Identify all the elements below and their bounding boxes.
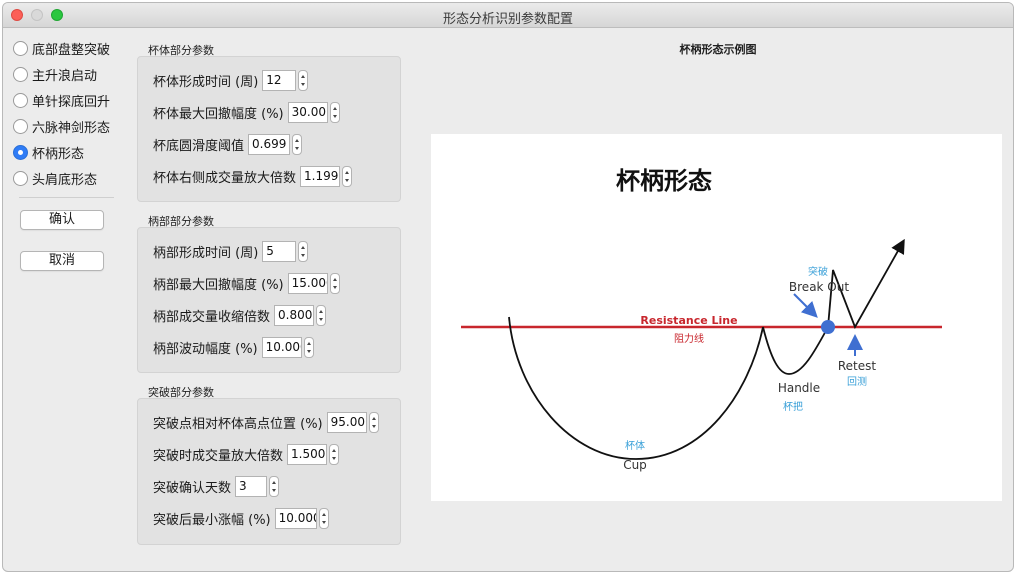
cup-smoothness-input[interactable]: 0.699 (248, 133, 291, 155)
diagram-heading: 杯柄形态 (616, 167, 712, 195)
handle-cn-label: 杯把 (783, 400, 803, 413)
cup-handle-diagram-svg: 杯柄形态 Resistance Line 阻力线 突破 Break Out Ha… (461, 167, 942, 472)
cup-right-volume-input[interactable]: 1.1999 (300, 165, 341, 187)
handle-max-drawdown-row: 柄部最大回撤幅度 (%) 15.000 (153, 272, 340, 294)
cup-right-volume-row: 杯体右侧成交量放大倍数 1.1999 (153, 165, 353, 187)
pattern-radio-main-wave-start[interactable]: 主升浪启动 (13, 61, 128, 87)
config-window: 形态分析识别参数配置 底部盘整突破 主升浪启动 单针探底回升 六脉神剑形态 杯柄… (2, 2, 1014, 572)
breakout-en-label: Break Out (789, 280, 849, 294)
breakout-volume-row: 突破时成交量放大倍数 1.5000 (153, 443, 340, 465)
radio-label: 六脉神剑形态 (32, 120, 111, 136)
retest-en-label: Retest (838, 359, 877, 373)
retest-cn-label: 回测 (847, 375, 867, 388)
cup-max-drawdown-input[interactable]: 30.00 (287, 101, 328, 123)
cup-cn-label: 杯体 (625, 439, 645, 452)
radio-label: 单针探底回升 (32, 94, 111, 110)
breakout-confirm-days-row: 突破确认天数 3 (153, 475, 280, 497)
confirm-button[interactable]: 确认 (20, 210, 104, 230)
handle-volume-shrink-input[interactable]: 0.800 (274, 304, 315, 326)
handle-volume-shrink-row: 柄部成交量收缩倍数 0.800 (153, 304, 327, 326)
radio-button-icon[interactable] (13, 170, 28, 186)
field-label: 柄部成交量收缩倍数 (153, 309, 271, 325)
breakout-point-marker (821, 320, 835, 334)
handle-volatility-row: 柄部波动幅度 (%) 10.000 (153, 336, 314, 358)
breakout-volume-input[interactable]: 1.5000 (287, 443, 328, 465)
field-label: 突破后最小涨幅 (%) (153, 512, 271, 528)
breakout-arrow-icon (793, 293, 818, 318)
stepper-arrows-icon[interactable] (368, 411, 379, 433)
stepper-arrows-icon[interactable] (298, 240, 309, 262)
cup-curve (508, 316, 764, 460)
field-label: 杯体最大回撤幅度 (%) (153, 106, 284, 122)
divider (19, 197, 114, 198)
stepper-arrows-icon[interactable] (329, 443, 340, 465)
handle-curve (762, 326, 829, 375)
field-label: 突破时成交量放大倍数 (153, 448, 284, 464)
stepper-arrows-icon[interactable] (292, 133, 303, 155)
stepper-arrows-icon[interactable] (298, 69, 309, 91)
radio-label: 主升浪启动 (32, 68, 98, 84)
handle-formation-weeks-input[interactable]: 5 (262, 240, 297, 262)
cancel-button[interactable]: 取消 (20, 251, 104, 271)
radio-label: 杯柄形态 (32, 146, 85, 162)
title-bar[interactable]: 形态分析识别参数配置 (3, 3, 1013, 28)
radio-button-icon[interactable] (13, 144, 28, 160)
stepper-arrows-icon[interactable] (329, 101, 340, 123)
field-label: 柄部最大回撤幅度 (%) (153, 277, 284, 293)
breakout-cn-label: 突破 (808, 265, 828, 278)
field-label: 杯底圆滑度阈值 (153, 138, 245, 154)
stepper-arrows-icon[interactable] (316, 304, 327, 326)
stepper-arrows-icon[interactable] (318, 507, 329, 529)
resistance-en-label: Resistance Line (640, 314, 737, 327)
pattern-radio-single-needle-rebound[interactable]: 单针探底回升 (13, 87, 128, 113)
radio-label: 头肩底形态 (32, 172, 98, 188)
pattern-radio-cup-handle[interactable]: 杯柄形态 (13, 139, 128, 165)
radio-label: 底部盘整突破 (32, 42, 111, 58)
pattern-radio-bottom-consolidation-breakout[interactable]: 底部盘整突破 (13, 35, 128, 61)
cup-smoothness-row: 杯底圆滑度阈值 0.699 (153, 133, 303, 155)
handle-max-drawdown-input[interactable]: 15.000 (287, 272, 328, 294)
field-label: 柄部形成时间 (周) (153, 245, 259, 261)
stepper-arrows-icon[interactable] (329, 272, 340, 294)
field-label: 柄部波动幅度 (%) (153, 341, 258, 357)
field-label: 杯体形成时间 (周) (153, 74, 259, 90)
stepper-arrows-icon[interactable] (303, 336, 314, 358)
field-label: 杯体右侧成交量放大倍数 (153, 170, 297, 186)
pattern-radio-list: 底部盘整突破 主升浪启动 单针探底回升 六脉神剑形态 杯柄形态 头肩底形态 (13, 35, 128, 191)
radio-button-icon[interactable] (13, 92, 28, 108)
handle-en-label: Handle (778, 381, 820, 395)
handle-formation-weeks-row: 柄部形成时间 (周) 5 (153, 240, 309, 262)
breakout-position-input[interactable]: 95.00 (326, 411, 367, 433)
radio-button-icon[interactable] (13, 40, 28, 56)
window-title: 形态分析识别参数配置 (442, 12, 573, 27)
field-label: 突破点相对杯体高点位置 (%) (153, 416, 323, 432)
stepper-arrows-icon[interactable] (342, 165, 353, 187)
field-label: 突破确认天数 (153, 480, 232, 496)
pattern-radio-head-shoulders-bottom[interactable]: 头肩底形态 (13, 165, 128, 191)
breakout-confirm-days-input[interactable]: 3 (235, 475, 268, 497)
radio-button-icon[interactable] (13, 118, 28, 134)
cup-formation-weeks-row: 杯体形成时间 (周) 12 (153, 69, 309, 91)
radio-button-icon[interactable] (13, 66, 28, 82)
breakout-min-gain-input[interactable]: 10.000 (274, 507, 317, 529)
stepper-arrows-icon[interactable] (269, 475, 280, 497)
cup-max-drawdown-row: 杯体最大回撤幅度 (%) 30.00 (153, 101, 340, 123)
cup-formation-weeks-input[interactable]: 12 (262, 69, 297, 91)
breakout-position-row: 突破点相对杯体高点位置 (%) 95.00 (153, 411, 379, 433)
diagram-panel-title: 杯柄形态示例图 (679, 43, 757, 56)
cup-handle-diagram: 杯柄形态 Resistance Line 阻力线 突破 Break Out Ha… (431, 134, 1002, 501)
handle-volatility-input[interactable]: 10.000 (261, 336, 302, 358)
resistance-cn-label: 阻力线 (674, 332, 704, 345)
cup-en-label: Cup (623, 458, 647, 472)
pattern-radio-six-meridian[interactable]: 六脉神剑形态 (13, 113, 128, 139)
breakout-min-gain-row: 突破后最小涨幅 (%) 10.000 (153, 507, 329, 529)
